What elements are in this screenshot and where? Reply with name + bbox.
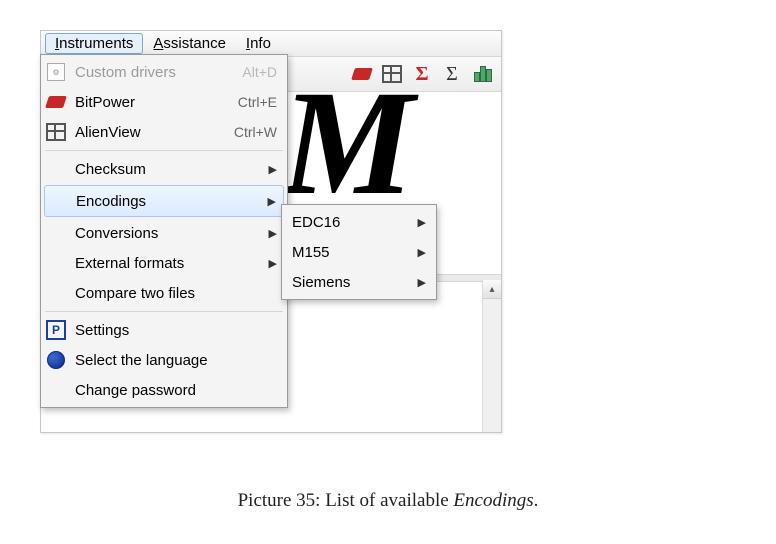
menu-instruments-label: nstruments xyxy=(59,35,133,52)
menu-info-label: nfo xyxy=(250,35,271,52)
menu-item-label: AlienView xyxy=(75,124,220,141)
submenu-item-label: Siemens xyxy=(292,274,406,291)
menu-item-accel: Ctrl+E xyxy=(238,94,277,110)
menu-item-label: Custom drivers xyxy=(75,64,228,81)
menu-item-label: Checksum xyxy=(75,161,257,178)
submenu-arrow-icon: ▶ xyxy=(269,163,277,176)
menu-item-alienview[interactable]: AlienView Ctrl+W xyxy=(43,117,285,147)
submenu-item-siemens[interactable]: Siemens ▶ xyxy=(284,267,434,297)
caption-suffix: . xyxy=(534,490,539,511)
submenu-arrow-icon: ▶ xyxy=(418,216,426,229)
menu-item-checksum[interactable]: Checksum ▶ xyxy=(43,154,285,184)
menu-item-encodings[interactable]: Encodings ▶ xyxy=(44,185,284,217)
submenu-item-label: M155 xyxy=(292,244,406,261)
globe-icon xyxy=(45,349,67,371)
menu-separator xyxy=(45,311,283,312)
submenu-arrow-icon: ▶ xyxy=(269,227,277,240)
menu-item-bitpower[interactable]: BitPower Ctrl+E xyxy=(43,87,285,117)
caption-prefix: Picture 35: List of available xyxy=(238,490,454,511)
submenu-item-m155[interactable]: M155 ▶ xyxy=(284,237,434,267)
menu-instruments[interactable]: Instruments xyxy=(45,33,143,54)
menu-item-compare-two-files[interactable]: Compare two files xyxy=(43,278,285,308)
menu-item-conversions[interactable]: Conversions ▶ xyxy=(43,218,285,248)
menu-item-label: Conversions xyxy=(75,225,257,242)
submenu-item-label: EDC16 xyxy=(292,214,406,231)
menu-item-label: Change password xyxy=(75,382,277,399)
scrollbar-vertical[interactable]: ▴ xyxy=(482,280,501,432)
menu-item-custom-drivers: ⚙ Custom drivers Alt+D xyxy=(43,57,285,87)
instruments-menu: ⚙ Custom drivers Alt+D BitPower Ctrl+E A… xyxy=(40,54,288,408)
toolbar-sum-icon[interactable]: Σ xyxy=(439,61,465,87)
gearpage-icon: ⚙ xyxy=(45,61,67,83)
menu-info[interactable]: Info xyxy=(236,33,281,54)
scroll-up-icon[interactable]: ▴ xyxy=(483,280,501,299)
menu-item-select-language[interactable]: Select the language xyxy=(43,345,285,375)
menu-item-label: BitPower xyxy=(75,94,224,111)
submenu-arrow-icon: ▶ xyxy=(269,257,277,270)
submenu-arrow-icon: ▶ xyxy=(418,246,426,259)
menu-item-settings[interactable]: P Settings xyxy=(43,315,285,345)
menu-item-change-password[interactable]: Change password xyxy=(43,375,285,405)
menu-item-accel: Alt+D xyxy=(242,64,277,80)
submenu-item-edc16[interactable]: EDC16 ▶ xyxy=(284,207,434,237)
figure-caption: Picture 35: List of available Encodings. xyxy=(0,490,776,512)
toolbar-redchip-icon[interactable] xyxy=(349,61,375,87)
logo-letter: M xyxy=(281,92,414,218)
menu-item-label: Select the language xyxy=(75,352,277,369)
settings-p-icon: P xyxy=(45,319,67,341)
menu-assistance[interactable]: Assistance xyxy=(143,33,236,54)
menu-assistance-label: ssistance xyxy=(163,35,226,52)
toolbar-grid-icon[interactable] xyxy=(379,61,405,87)
toolbar-sum-red-icon[interactable]: Σ xyxy=(409,61,435,87)
caption-emph: Encodings xyxy=(453,490,533,511)
submenu-arrow-icon: ▶ xyxy=(268,195,276,208)
menu-item-external-formats[interactable]: External formats ▶ xyxy=(43,248,285,278)
grid-icon xyxy=(45,121,67,143)
menu-item-label: External formats xyxy=(75,255,257,272)
menu-item-label: Settings xyxy=(75,322,277,339)
submenu-arrow-icon: ▶ xyxy=(418,276,426,289)
redchip-icon xyxy=(45,91,67,113)
toolbar-bars-icon[interactable] xyxy=(469,61,495,87)
menu-item-label: Encodings xyxy=(76,193,256,210)
encodings-submenu: EDC16 ▶ M155 ▶ Siemens ▶ xyxy=(281,204,437,300)
menu-separator xyxy=(45,150,283,151)
menu-item-accel: Ctrl+W xyxy=(234,124,277,140)
menu-item-label: Compare two files xyxy=(75,285,277,302)
